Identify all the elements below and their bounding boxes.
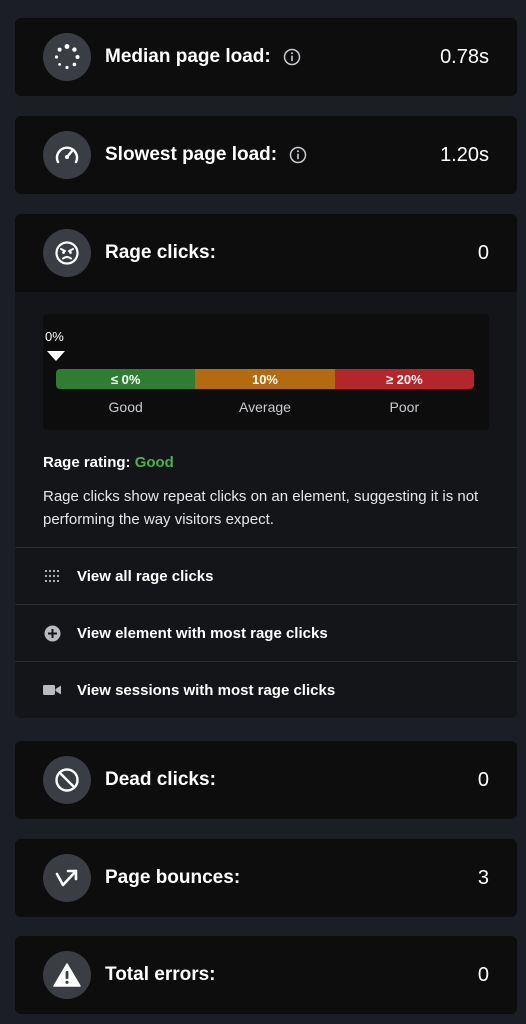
rage-scale-label-good: Good <box>108 399 143 415</box>
prohibited-icon <box>43 756 91 804</box>
rage-scale-label-average: Average <box>239 399 291 415</box>
median-page-load-card: Median page load: 0.78s <box>15 18 517 96</box>
view-element-most-rage-clicks-link[interactable]: View element with most rage clicks <box>15 604 517 661</box>
loading-dots-icon <box>43 33 91 81</box>
rage-actions: View all rage clicks View element with m… <box>15 547 517 718</box>
video-camera-icon <box>43 681 61 699</box>
rage-rating: Rage rating: Good <box>43 454 489 471</box>
view-all-rage-clicks-label: View all rage clicks <box>77 567 214 585</box>
rage-scale-segment-poor: ≥ 20% <box>334 369 474 389</box>
dead-clicks-label: Dead clicks: <box>105 769 216 790</box>
page-bounces-card[interactable]: Page bounces: 3 <box>15 839 517 917</box>
dot-grid-icon <box>43 567 61 585</box>
slowest-page-load-card: Slowest page load: 1.20s <box>15 116 517 194</box>
bounce-arrow-icon <box>43 854 91 902</box>
median-page-load-label: Median page load: <box>105 46 271 67</box>
rage-scale: 0% ≤ 0% 10% ≥ 20% Good Average Poor <box>43 314 489 430</box>
page-bounces-value: 3 <box>477 866 489 889</box>
view-sessions-most-rage-clicks-label: View sessions with most rage clicks <box>77 681 336 699</box>
total-errors-card[interactable]: Total errors: 0 <box>15 936 517 1014</box>
total-errors-value: 0 <box>477 963 489 986</box>
speedometer-icon <box>43 131 91 179</box>
info-icon[interactable] <box>283 48 301 66</box>
dead-clicks-card[interactable]: Dead clicks: 0 <box>15 741 517 819</box>
rage-clicks-details: 0% ≤ 0% 10% ≥ 20% Good Average Poor Rage… <box>15 292 517 547</box>
info-icon[interactable] <box>289 146 307 164</box>
rage-scale-segment-average: 10% <box>195 369 335 389</box>
rage-clicks-value: 0 <box>477 241 489 264</box>
rage-scale-marker-arrow <box>47 351 65 361</box>
slowest-page-load-label: Slowest page load: <box>105 144 278 165</box>
rage-description: Rage clicks show repeat clicks on an ele… <box>43 488 479 528</box>
rage-scale-bar: ≤ 0% 10% ≥ 20% <box>56 369 474 389</box>
dead-clicks-value: 0 <box>477 768 489 791</box>
rage-scale-labels: Good Average Poor <box>56 399 474 415</box>
slowest-page-load-value: 1.20s <box>440 143 489 166</box>
view-sessions-most-rage-clicks-link[interactable]: View sessions with most rage clicks <box>15 661 517 718</box>
page-bounces-label: Page bounces: <box>105 867 241 888</box>
rage-rating-label: Rage rating: <box>43 454 131 471</box>
rage-clicks-header[interactable]: Rage clicks: 0 <box>15 214 517 292</box>
rage-scale-marker-label: 0% <box>45 329 64 344</box>
rage-scale-segment-good: ≤ 0% <box>56 369 196 389</box>
median-page-load-value: 0.78s <box>440 45 489 68</box>
rage-rating-value: Good <box>134 454 174 471</box>
rage-scale-label-poor: Poor <box>389 399 420 415</box>
warning-triangle-icon <box>43 951 91 999</box>
view-element-most-rage-clicks-label: View element with most rage clicks <box>77 624 328 642</box>
rage-clicks-label: Rage clicks: <box>105 242 216 263</box>
view-all-rage-clicks-link[interactable]: View all rage clicks <box>15 547 517 604</box>
angry-face-icon <box>43 229 91 277</box>
plus-circle-icon <box>43 624 61 642</box>
total-errors-label: Total errors: <box>105 964 216 985</box>
rage-clicks-card: Rage clicks: 0 0% ≤ 0% 10% ≥ 20% Good Av… <box>15 214 517 718</box>
